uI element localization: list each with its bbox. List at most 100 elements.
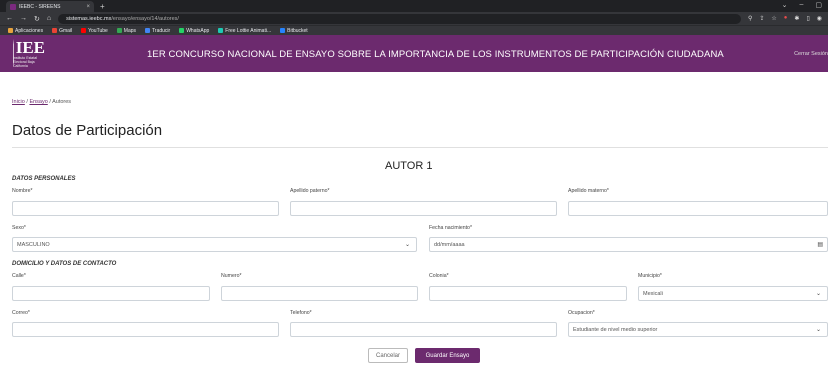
correo-input[interactable] xyxy=(12,322,279,337)
section-personal: DATOS PERSONALES xyxy=(12,176,76,182)
breadcrumb-current: Autores xyxy=(52,99,72,105)
municipio-value: Mexicali xyxy=(643,290,663,297)
bookmarks-bar: Aplicaciones Gmail YouTube Maps Traducir What… xyxy=(0,25,828,35)
chevron-down-icon: ⌄ xyxy=(815,327,821,333)
zoom-icon[interactable]: ⚲ xyxy=(748,15,752,22)
apellido-paterno-label: Apellido paterno* xyxy=(290,188,330,194)
divider xyxy=(12,147,828,148)
tab-title: IEEBC - SIREENS xyxy=(19,3,61,10)
reload-icon[interactable]: ↻ xyxy=(34,15,40,23)
bookmark-label: Maps xyxy=(123,27,137,34)
bookmark-item[interactable]: Free Lottie Animati... xyxy=(218,28,271,34)
numero-label: Numero* xyxy=(221,273,242,279)
extension-icon[interactable]: ● xyxy=(784,15,788,22)
calendar-icon[interactable]: ▤ xyxy=(817,241,823,248)
sexo-value: MASCULINO xyxy=(17,241,50,248)
calle-label: Calle* xyxy=(12,273,26,279)
window-controls: ⌄ – ▢ xyxy=(782,1,822,9)
url-bar[interactable]: sistemas.ieebc.mx/ensayo/ensayo/14/autor… xyxy=(58,13,741,24)
bookmark-icon xyxy=(81,28,87,33)
header-title: 1ER CONCURSO NACIONAL DE ENSAYO SOBRE LA… xyxy=(147,49,724,60)
nombre-label: Nombre* xyxy=(12,188,33,194)
apellido-paterno-input[interactable] xyxy=(290,201,557,216)
calle-input[interactable] xyxy=(12,286,210,301)
bookmark-label: Gmail xyxy=(59,27,73,34)
ocupacion-label: Ocupacion* xyxy=(568,310,595,316)
telefono-input[interactable] xyxy=(290,322,557,337)
bookmark-item[interactable]: Traducir xyxy=(145,28,170,34)
logo-text: IEE xyxy=(15,38,45,57)
bookmark-item[interactable]: Aplicaciones xyxy=(8,28,43,34)
share-icon[interactable]: ⇪ xyxy=(759,15,764,22)
bookmark-icon xyxy=(280,28,286,33)
numero-input[interactable] xyxy=(221,286,418,301)
section-contact: DOMICILIO Y DATOS DE CONTACTO xyxy=(12,261,117,267)
bookmark-icon xyxy=(116,28,122,33)
chevron-down-icon: ⌄ xyxy=(404,242,410,248)
bookmark-icon xyxy=(179,28,185,33)
fecha-placeholder: dd/mm/aaaa xyxy=(434,241,465,248)
bookmark-label: WhatsApp xyxy=(186,27,210,34)
colonia-input[interactable] xyxy=(429,286,627,301)
fecha-label: Fecha nacimiento* xyxy=(429,225,472,231)
bookmark-label: YouTube xyxy=(88,27,108,34)
bookmark-icon xyxy=(145,28,151,33)
chevron-down-icon[interactable]: ⌄ xyxy=(782,1,788,9)
url-path: /ensayo/ensayo/14/autores/ xyxy=(111,15,179,22)
bookmark-label: Traducir xyxy=(152,27,171,34)
close-tab-icon[interactable]: × xyxy=(86,4,90,10)
browser-tabbar: IEEBC - SIREENS × + ⌄ – ▢ xyxy=(0,0,828,12)
breadcrumb-home[interactable]: Inicio xyxy=(12,99,25,105)
logo-subtitle: Instituto Estatal Electoral Baja Califor… xyxy=(13,56,37,68)
sexo-select[interactable]: MASCULINO ⌄ xyxy=(12,237,417,252)
toolbar-icons: ⚲ ⇪ ☆ ● ✱ ▯ ◉ xyxy=(748,15,822,22)
cancel-button[interactable]: Cancelar xyxy=(368,348,408,363)
page-title: Datos de Participación xyxy=(12,122,163,139)
ocupacion-select[interactable]: Estudiante de nivel medio superior ⌄ xyxy=(568,322,828,337)
bookmark-label: Aplicaciones xyxy=(15,27,44,34)
apellido-materno-label: Apellido materno* xyxy=(568,188,609,194)
fecha-nacimiento-input[interactable]: dd/mm/aaaa ▤ xyxy=(429,237,828,252)
bookmark-item[interactable]: Maps xyxy=(116,27,137,34)
breadcrumb-separator: / xyxy=(26,99,28,105)
bookmark-item[interactable]: YouTube xyxy=(81,28,108,34)
sexo-label: Sexo* xyxy=(12,225,26,231)
telefono-label: Telefono* xyxy=(290,310,312,316)
chevron-down-icon: ⌄ xyxy=(815,291,821,297)
save-button[interactable]: Guardar Ensayo xyxy=(415,348,480,363)
correo-label: Correo* xyxy=(12,310,30,316)
forward-icon[interactable]: → xyxy=(20,15,27,22)
nombre-input[interactable] xyxy=(12,201,279,216)
url-host: sistemas.ieebc.mx xyxy=(66,15,112,22)
municipio-label: Municipio* xyxy=(638,273,662,279)
browser-tab[interactable]: IEEBC - SIREENS × xyxy=(6,1,94,12)
bookmark-label: Bitbucket xyxy=(287,27,308,34)
ocupacion-value: Estudiante de nivel medio superior xyxy=(573,326,658,333)
bookmark-label: Free Lottie Animati... xyxy=(225,27,272,34)
logout-link[interactable]: Cerrar Sesión xyxy=(794,51,828,57)
minimize-icon[interactable]: – xyxy=(799,1,803,9)
apellido-materno-input[interactable] xyxy=(568,201,828,216)
author-heading: AUTOR 1 xyxy=(385,160,433,172)
breadcrumb-separator: / xyxy=(49,99,51,105)
bookmark-icon xyxy=(8,28,13,33)
bookmark-icon xyxy=(218,28,224,33)
puzzle-icon[interactable]: ✱ xyxy=(794,15,799,22)
maximize-icon[interactable]: ▢ xyxy=(815,1,822,9)
breadcrumb: Inicio / Ensayo / Autores xyxy=(12,99,71,105)
profile-icon[interactable]: ◉ xyxy=(817,15,822,22)
back-icon[interactable]: ← xyxy=(6,15,13,22)
colonia-label: Colonia* xyxy=(429,273,449,279)
site-header: IEE Instituto Estatal Electoral Baja Cal… xyxy=(0,35,828,72)
sidepanel-icon[interactable]: ▯ xyxy=(806,15,809,22)
star-icon[interactable]: ☆ xyxy=(771,15,776,22)
bookmark-item[interactable]: Gmail xyxy=(52,28,72,34)
address-toolbar: ← → ↻ ⌂ sistemas.ieebc.mx/ensayo/ensayo/… xyxy=(0,12,828,25)
breadcrumb-ensayo[interactable]: Ensayo xyxy=(29,99,47,105)
new-tab-button[interactable]: + xyxy=(100,2,105,12)
bookmark-item[interactable]: WhatsApp xyxy=(179,28,209,34)
municipio-select[interactable]: Mexicali ⌄ xyxy=(638,286,828,301)
bookmark-item[interactable]: Bitbucket xyxy=(280,28,308,34)
home-icon[interactable]: ⌂ xyxy=(47,15,51,22)
favicon-icon xyxy=(10,3,16,10)
